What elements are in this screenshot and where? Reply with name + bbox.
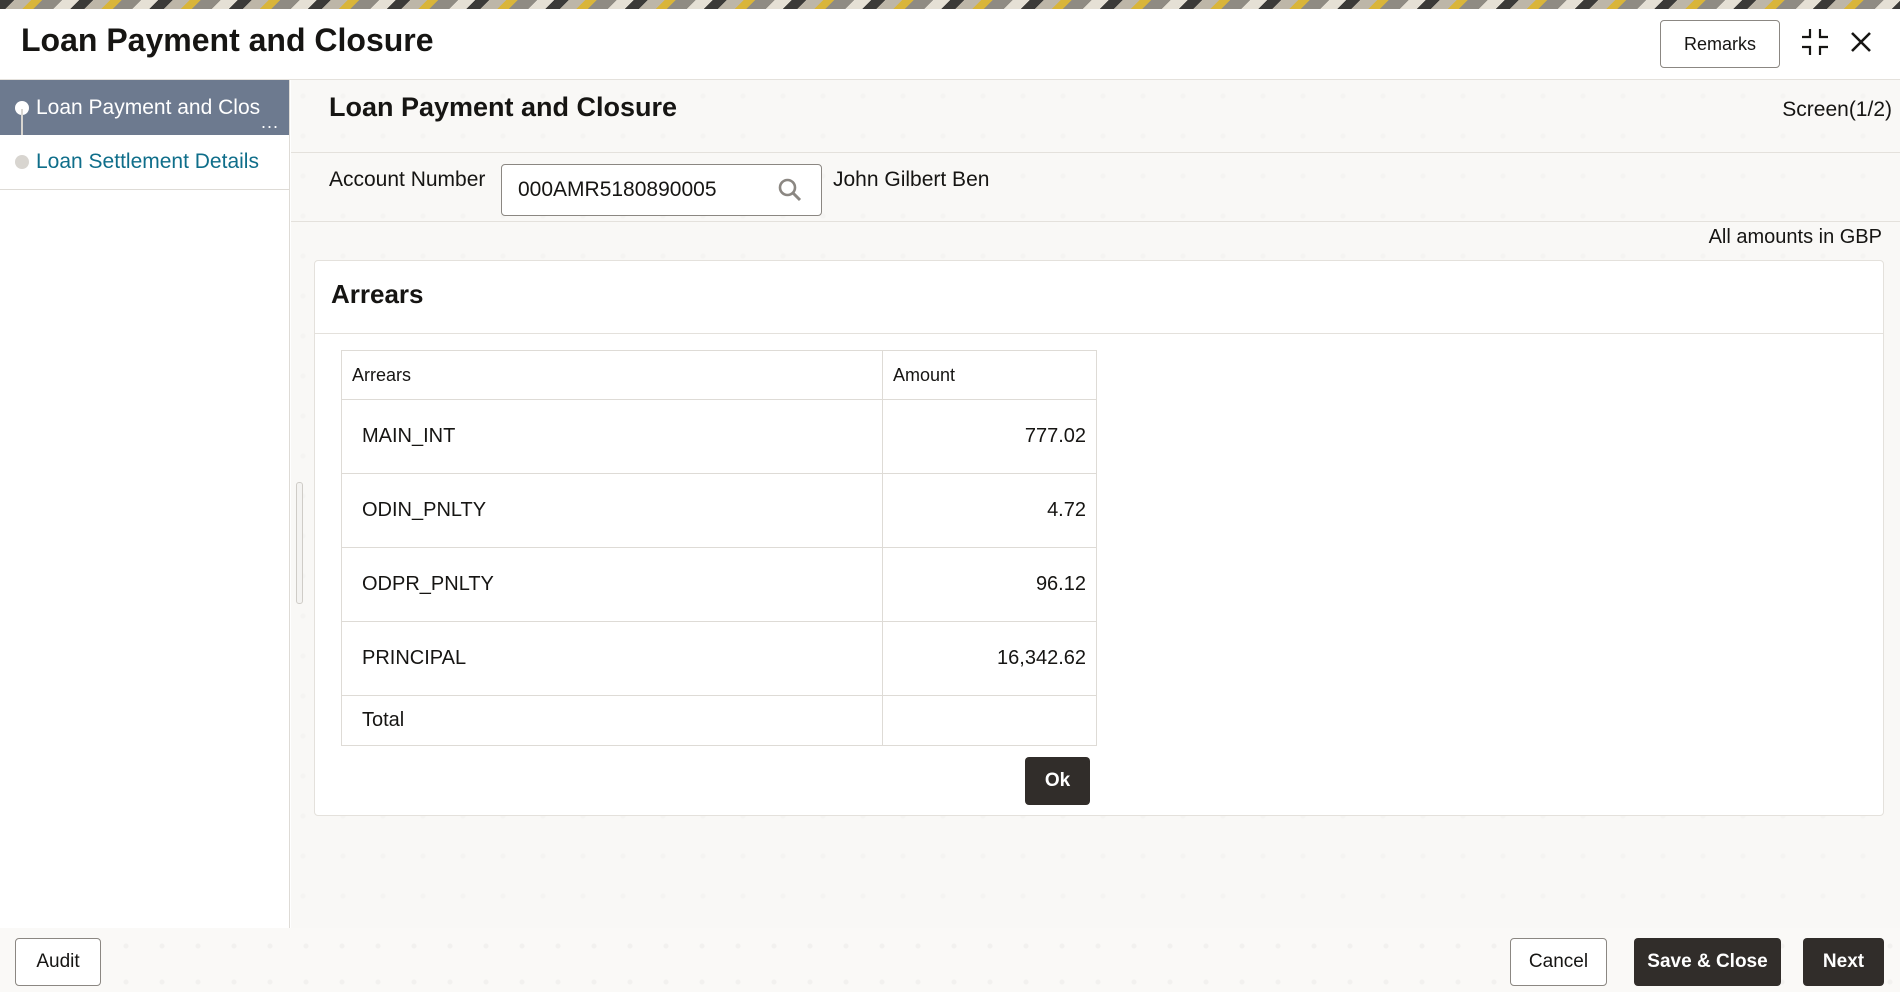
save-close-button[interactable]: Save & Close xyxy=(1634,938,1781,986)
arrears-name: ODIN_PNLTY xyxy=(341,473,883,548)
step-connector xyxy=(21,109,23,135)
footer: Audit Cancel Save & Close Next xyxy=(0,928,1900,992)
header: Loan Payment and Closure Remarks xyxy=(0,9,1900,80)
collapse-icon[interactable] xyxy=(1800,27,1830,57)
divider xyxy=(315,333,1883,334)
arrears-amount: 777.02 xyxy=(882,399,1097,474)
table-row[interactable]: ODIN_PNLTY 4.72 xyxy=(341,473,1097,548)
account-number-value: 000AMR5180890005 xyxy=(518,178,717,201)
panel-resize-handle[interactable] xyxy=(296,482,303,604)
table-header-row: Arrears Amount xyxy=(341,350,1097,400)
cancel-button[interactable]: Cancel xyxy=(1510,938,1607,986)
arrears-name: ODPR_PNLTY xyxy=(341,547,883,622)
close-icon[interactable] xyxy=(1848,29,1874,55)
account-number-label: Account Number xyxy=(329,168,486,191)
arrears-panel: Arrears Arrears Amount MAIN_INT 777.02 O… xyxy=(314,260,1884,816)
sidebar-item-loan-payment[interactable]: Loan Payment and Clos ... xyxy=(0,80,289,135)
sidebar: Loan Payment and Clos ... Loan Settlemen… xyxy=(0,80,290,928)
table-row[interactable]: PRINCIPAL 16,342.62 xyxy=(341,621,1097,696)
arrears-amount: 4.72 xyxy=(882,473,1097,548)
column-header-amount[interactable]: Amount xyxy=(882,350,1097,400)
currency-note: All amounts in GBP xyxy=(1708,226,1882,248)
search-icon[interactable] xyxy=(777,177,803,203)
arrears-name: MAIN_INT xyxy=(341,399,883,474)
total-amount xyxy=(882,695,1097,746)
arrears-table: Arrears Amount MAIN_INT 777.02 ODIN_PNLT… xyxy=(341,350,1097,746)
arrears-title: Arrears xyxy=(331,279,424,309)
sidebar-item-loan-settlement[interactable]: Loan Settlement Details xyxy=(0,135,289,190)
divider xyxy=(291,221,1900,222)
arrears-name: PRINCIPAL xyxy=(341,621,883,696)
sidebar-item-label: Loan Payment and Clos xyxy=(36,95,261,119)
total-row: Total xyxy=(341,695,1097,746)
screen-indicator: Screen(1/2) xyxy=(1782,98,1892,121)
arrears-amount: 16,342.62 xyxy=(882,621,1097,696)
top-banner-strip xyxy=(0,0,1900,9)
divider xyxy=(291,152,1900,153)
remarks-button[interactable]: Remarks xyxy=(1660,20,1780,68)
step-dot-icon xyxy=(15,155,29,169)
audit-button[interactable]: Audit xyxy=(15,938,101,986)
table-row[interactable]: ODPR_PNLTY 96.12 xyxy=(341,547,1097,622)
column-header-arrears[interactable]: Arrears xyxy=(341,350,883,400)
account-number-input[interactable]: 000AMR5180890005 xyxy=(501,164,822,216)
main-content: Loan Payment and Closure Screen(1/2) Acc… xyxy=(291,80,1900,928)
ok-button[interactable]: Ok xyxy=(1025,757,1090,805)
sidebar-item-label: Loan Settlement Details xyxy=(36,150,259,173)
next-button[interactable]: Next xyxy=(1803,938,1884,986)
section-title: Loan Payment and Closure xyxy=(329,92,678,122)
table-row[interactable]: MAIN_INT 777.02 xyxy=(341,399,1097,474)
total-label: Total xyxy=(341,695,883,746)
arrears-amount: 96.12 xyxy=(882,547,1097,622)
account-holder-name: John Gilbert Ben xyxy=(833,168,990,191)
page-title: Loan Payment and Closure xyxy=(21,22,434,58)
more-icon: ... xyxy=(260,112,279,132)
